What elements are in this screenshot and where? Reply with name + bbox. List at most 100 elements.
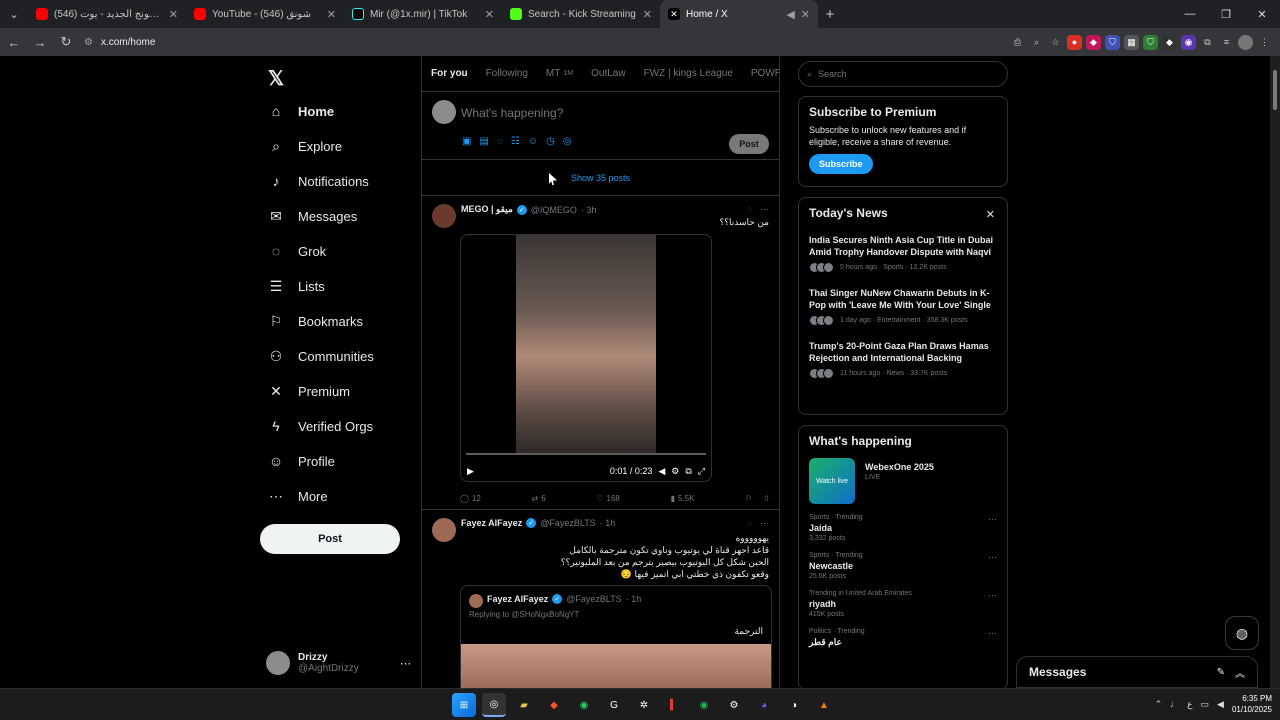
tweet-time[interactable]: · 3h [581,205,597,215]
more-icon[interactable]: ⋯ [760,204,769,215]
extension-pink-icon[interactable]: ◆ [1086,34,1101,50]
mute-icon[interactable]: ◀ [786,8,794,21]
avatar[interactable] [432,518,456,542]
tweet[interactable]: Fayez AlFayez ✓ @FayezBLTS · 1h ◌ ⋯ يهوو… [422,510,779,688]
file-explorer-icon[interactable]: ▰ [512,693,536,717]
more-icon[interactable]: ⋯ [400,657,411,670]
tab-for-you[interactable]: For you [422,56,477,91]
page-scrollbar[interactable] [1270,56,1280,688]
tab-fwz-kings-league[interactable]: FWZ | kings League [635,56,742,91]
extension-diamond-icon[interactable]: ◆ [1162,34,1177,50]
close-icon[interactable]: ✕ [485,8,494,21]
app-g-icon[interactable]: G [602,693,626,717]
quote-media[interactable] [461,644,771,688]
news-item[interactable]: Trump's 20-Point Gaza Plan Draws Hamas R… [809,340,997,379]
share-icon[interactable]: ⇧ [763,494,770,503]
compose-input[interactable]: What's happening? [461,106,563,120]
author-handle[interactable]: @FayezBLTS [540,518,596,528]
repost-button[interactable]: ⇄ 6 [532,494,546,503]
sidebar-item-more[interactable]: ⋯ More [268,481,328,511]
more-icon[interactable]: ⋯ [760,518,769,529]
schedule-icon[interactable]: ◷ [546,136,555,147]
search-input[interactable]: Search [818,69,847,79]
more-icon[interactable]: ⋯ [988,590,997,601]
close-icon[interactable]: ✕ [327,8,336,21]
fullscreen-icon[interactable]: ⤢ [698,466,705,477]
windows-start-icon[interactable]: ⊞ [452,693,476,717]
brave-icon[interactable]: ◆ [542,693,566,717]
like-button[interactable]: ♡ 168 [596,494,620,503]
tab-outlaw[interactable]: OutLaw [582,56,634,91]
volume-icon[interactable]: ◀ [1217,699,1224,710]
chrome-icon[interactable]: ◎ [482,693,506,717]
new-message-icon[interactable]: ✎ [1217,667,1225,678]
install-icon[interactable]: ⎙ [1010,35,1025,50]
tab-mt[interactable]: MT 1M [537,56,582,91]
event-item[interactable]: Watch live WebexOne 2025 LIVE [809,458,997,504]
app-circle-icon[interactable]: ◑ [782,693,806,717]
extension-shield-icon[interactable]: ⛉ [1105,34,1120,50]
grok-icon[interactable]: ◌ [497,136,503,147]
location-icon[interactable]: ◎ [563,136,572,147]
browser-tab-5[interactable]: ✕ Home / X ◀ ✕ [660,0,818,28]
sidebar-item-premium[interactable]: ✕ Premium [268,376,350,406]
emoji-icon[interactable]: ☺ [528,136,538,147]
close-icon[interactable]: ✕ [169,8,178,21]
whatsapp-icon[interactable]: ◉ [572,693,596,717]
post-button[interactable]: Post [260,524,400,554]
poll-icon[interactable]: ☷ [511,136,520,147]
language-indicator[interactable]: ع [1187,699,1192,710]
tab-list-icon[interactable]: ≡ [1219,35,1234,50]
browser-tab-4[interactable]: Search - Kick Streaming ✕ [502,0,660,28]
microphone-icon[interactable]: ♩ [1170,699,1179,709]
sidebar-item-notifications[interactable]: ♪ Notifications [268,166,369,196]
forward-icon[interactable]: → [28,30,52,54]
sidebar-item-profile[interactable]: ☺ Profile [268,446,335,476]
network-icon[interactable]: ▭ [1201,699,1210,710]
extension-grid-icon[interactable]: ▦ [1124,34,1139,50]
show-posts-link[interactable]: Show 35 posts [422,160,779,196]
app-sync-icon[interactable]: ✲ [632,693,656,717]
browser-tab-2[interactable]: YouTube - (546) شونق ✕ [186,0,344,28]
play-icon[interactable]: ▶ [467,466,474,477]
sidebar-item-home[interactable]: ⌂ Home [268,96,334,126]
app-red-icon[interactable]: ▍ [662,693,686,717]
quoted-tweet[interactable]: Fayez AlFayez ✓ @FayezBLTS · 1h Replying… [460,585,772,688]
back-icon[interactable]: ← [2,30,26,54]
discord-icon[interactable]: ◕ [752,693,776,717]
minimize-icon[interactable]: — [1172,0,1208,28]
news-item[interactable]: India Secures Ninth Asia Cup Title in Du… [809,234,997,273]
close-icon[interactable]: ✕ [643,8,652,21]
zoom-icon[interactable]: ⌕ [1029,35,1044,50]
expand-icon[interactable]: ︽ [1235,665,1245,680]
grok-icon[interactable]: ◌ [747,204,752,215]
subscribe-button[interactable]: Subscribe [809,154,873,174]
account-switcher[interactable]: Drizzy @AightDrizzy ⋯ [266,646,411,680]
sidebar-item-explore[interactable]: ⌕ Explore [268,131,342,161]
app-orange-icon[interactable]: ▲ [812,693,836,717]
tray-chevron-icon[interactable]: ⌃ [1155,699,1163,710]
trend-item[interactable]: Politics · Trending عام قطر ⋯ [809,628,997,648]
video-player[interactable]: ▶ 0:01 / 0:23 ◀ ⚙ ⧉ ⤢ [460,234,712,482]
star-icon[interactable]: ☆ [1048,35,1063,50]
address-bar[interactable]: ⚙ x.com/home [84,37,1010,48]
more-icon[interactable]: ⋯ [988,514,997,525]
sidebar-item-verified-orgs[interactable]: ϟ Verified Orgs [268,411,373,441]
site-info-icon[interactable]: ⚙ [84,37,93,48]
maximize-icon[interactable]: ❐ [1208,0,1244,28]
trend-item[interactable]: Sports · Trending Newcastle 25.6K posts ⋯ [809,552,997,580]
messages-drawer[interactable]: Messages ✎ ︽ [1016,656,1258,688]
menu-dots-icon[interactable]: ⋮ [1257,35,1272,50]
browser-tab-1[interactable]: (546) اعلان سامسونج الجديد - يوت ✕ [28,0,186,28]
sidebar-item-grok[interactable]: ◌ Grok [268,236,326,266]
steam-icon[interactable]: ⚙ [722,693,746,717]
grok-fab-icon[interactable]: ◍ [1225,616,1259,650]
author-name[interactable]: MEGO | ميقو [461,204,513,215]
x-logo-icon[interactable]: 𝕏 [268,66,284,91]
reply-button[interactable]: ◯ 12 [460,494,481,503]
settings-icon[interactable]: ⚙ [671,466,679,477]
sidebar-item-bookmarks[interactable]: ⚐ Bookmarks [268,306,363,336]
extension-red-icon[interactable]: ● [1067,34,1082,50]
scrollbar-thumb[interactable] [1273,70,1277,110]
gif-icon[interactable]: ▤ [479,136,488,147]
